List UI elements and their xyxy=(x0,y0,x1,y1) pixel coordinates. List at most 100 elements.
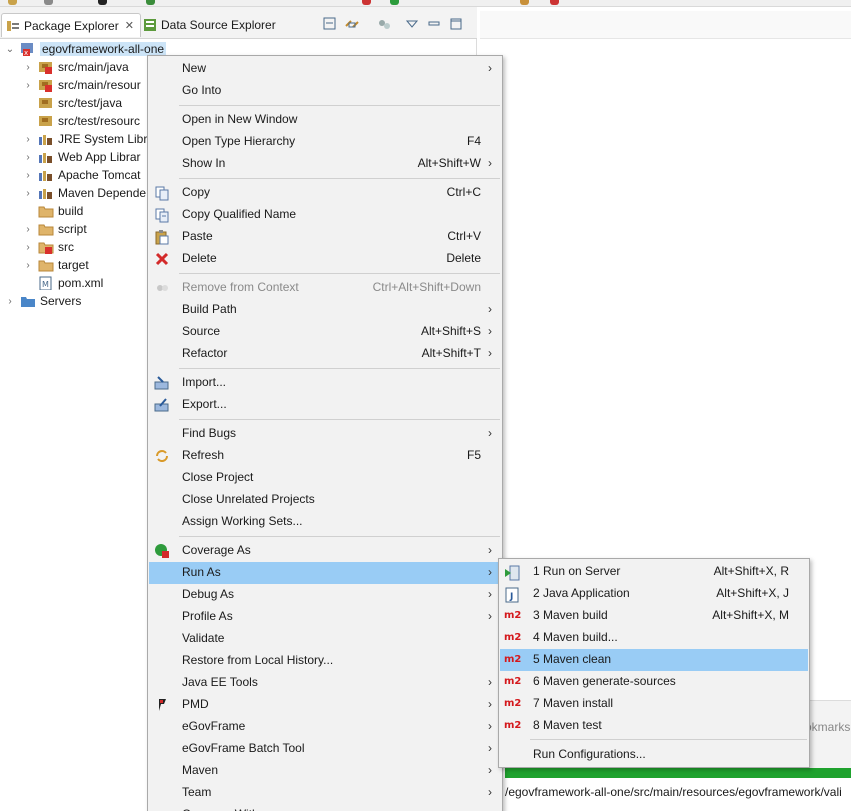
submenu-item-2-java-application[interactable]: J 2 Java Application Alt+Shift+X, J xyxy=(500,583,808,605)
chevron-right-icon: › xyxy=(488,61,492,75)
menu-item-import[interactable]: Import... xyxy=(149,372,501,394)
bookmarks-tab[interactable]: okmarks xyxy=(805,720,850,734)
menu-item-go-into[interactable]: Go Into xyxy=(149,80,501,102)
submenu-item-1-run-on-server[interactable]: 1 Run on Server Alt+Shift+X, R xyxy=(500,561,808,583)
chevron-right-icon[interactable]: › xyxy=(22,134,34,145)
menu-item-pmd[interactable]: PMD › xyxy=(149,694,501,716)
tree-item[interactable]: src/test/java xyxy=(22,94,122,112)
view-menu-icon[interactable] xyxy=(404,16,420,32)
submenu-item-5-maven-clean[interactable]: m2 5 Maven clean xyxy=(500,649,808,671)
menu-item-java-ee-tools[interactable]: Java EE Tools › xyxy=(149,672,501,694)
tab-package-explorer[interactable]: Package Explorer ✕ xyxy=(1,13,141,37)
menu-item-maven[interactable]: Maven › xyxy=(149,760,501,782)
chevron-right-icon[interactable]: › xyxy=(22,170,34,181)
remove-from-context-icon xyxy=(154,280,170,296)
menu-item-team[interactable]: Team › xyxy=(149,782,501,804)
menu-item-copy-qualified-name[interactable]: Copy Qualified Name xyxy=(149,204,501,226)
submenu-item-run-configurations[interactable]: Run Configurations... xyxy=(500,744,808,766)
menu-item-source[interactable]: Source Alt+Shift+S › xyxy=(149,321,501,343)
toolbar-icon[interactable] xyxy=(390,0,399,5)
toolbar-icon[interactable] xyxy=(8,0,17,5)
chevron-right-icon[interactable]: › xyxy=(22,188,34,199)
menu-separator xyxy=(530,739,807,740)
menu-item-egovframe[interactable]: eGovFrame › xyxy=(149,716,501,738)
chevron-right-icon[interactable]: › xyxy=(22,260,34,271)
submenu-item-label: 6 Maven generate-sources xyxy=(533,674,676,688)
link-with-editor-icon[interactable] xyxy=(344,16,360,32)
menu-item-paste[interactable]: Paste Ctrl+V xyxy=(149,226,501,248)
tree-item[interactable]: build xyxy=(22,202,83,220)
menu-item-restore-from-local-history[interactable]: Restore from Local History... xyxy=(149,650,501,672)
submenu-item-4-maven-build[interactable]: m2 4 Maven build... xyxy=(500,627,808,649)
toolbar-icon[interactable] xyxy=(362,0,371,5)
menu-item-validate[interactable]: Validate xyxy=(149,628,501,650)
chevron-right-icon[interactable]: › xyxy=(22,62,34,73)
menu-item-profile-as[interactable]: Profile As › xyxy=(149,606,501,628)
chevron-right-icon[interactable]: › xyxy=(4,296,16,307)
submenu-item-7-maven-install[interactable]: m2 7 Maven install xyxy=(500,693,808,715)
menu-item-close-project[interactable]: Close Project xyxy=(149,467,501,489)
menu-item-debug-as[interactable]: Debug As › xyxy=(149,584,501,606)
menu-item-refresh[interactable]: Refresh F5 xyxy=(149,445,501,467)
servers-label: Servers xyxy=(40,294,82,308)
maximize-icon[interactable] xyxy=(448,16,464,32)
menu-item-label: eGovFrame Batch Tool xyxy=(182,741,305,755)
submenu-item-3-maven-build[interactable]: m2 3 Maven build Alt+Shift+X, M xyxy=(500,605,808,627)
submenu-item-8-maven-test[interactable]: m2 8 Maven test xyxy=(500,715,808,737)
library-icon xyxy=(38,186,54,200)
tree-item[interactable]: › src/main/java xyxy=(22,58,129,76)
tree-item[interactable]: src/test/resourc xyxy=(22,112,140,130)
menu-item-coverage-as[interactable]: Coverage As › xyxy=(149,540,501,562)
tab-data-source-explorer[interactable]: Data Source Explorer xyxy=(143,13,276,37)
submenu-item-6-maven-generate-sources[interactable]: m2 6 Maven generate-sources xyxy=(500,671,808,693)
chevron-right-icon[interactable]: › xyxy=(22,152,34,163)
chevron-right-icon[interactable]: › xyxy=(22,80,34,91)
menu-item-copy[interactable]: Copy Ctrl+C xyxy=(149,182,501,204)
toolbar-icon[interactable] xyxy=(550,0,559,5)
java-application-icon: J xyxy=(504,587,522,603)
menu-item-run-as[interactable]: Run As › xyxy=(149,562,501,584)
paste-icon xyxy=(154,229,170,245)
menu-item-open-type-hierarchy[interactable]: Open Type Hierarchy F4 xyxy=(149,131,501,153)
focus-icon[interactable] xyxy=(376,16,392,32)
chevron-right-icon: › xyxy=(488,741,492,755)
toolbar-icon[interactable] xyxy=(520,0,529,5)
project-label: egovframework-all-one xyxy=(40,42,167,56)
menu-item-new[interactable]: New › xyxy=(149,58,501,80)
menu-item-remove-from-context[interactable]: Remove from Context Ctrl+Alt+Shift+Down xyxy=(149,277,501,299)
menu-item-export[interactable]: Export... xyxy=(149,394,501,416)
tree-item-project[interactable]: ⌄ x egovframework-all-one xyxy=(4,40,167,58)
menu-item-close-unrelated-projects[interactable]: Close Unrelated Projects xyxy=(149,489,501,511)
tree-item-servers[interactable]: › Servers xyxy=(4,292,81,310)
menu-item-assign-working-sets[interactable]: Assign Working Sets... xyxy=(149,511,501,533)
tree-item[interactable]: › src xyxy=(22,238,74,256)
shortcut-label: Alt+Shift+T xyxy=(421,346,481,360)
menu-item-show-in[interactable]: Show In Alt+Shift+W › xyxy=(149,153,501,175)
tree-item[interactable]: › JRE System Libr xyxy=(22,130,147,148)
tree-item[interactable]: › script xyxy=(22,220,86,238)
menu-item-refactor[interactable]: Refactor Alt+Shift+T › xyxy=(149,343,501,365)
collapse-all-icon[interactable] xyxy=(322,16,338,32)
menu-item-open-in-new-window[interactable]: Open in New Window xyxy=(149,109,501,131)
toolbar-icon[interactable] xyxy=(146,0,155,5)
tree-item[interactable]: Mpom.xml xyxy=(22,274,103,292)
tree-item[interactable]: › Maven Depende xyxy=(22,184,146,202)
menu-item-build-path[interactable]: Build Path › xyxy=(149,299,501,321)
minimize-icon[interactable] xyxy=(426,16,442,32)
chevron-down-icon[interactable]: ⌄ xyxy=(4,44,16,55)
menu-item-find-bugs[interactable]: Find Bugs › xyxy=(149,423,501,445)
toolbar-icon[interactable] xyxy=(98,0,107,5)
menu-item-label: Go Into xyxy=(182,83,222,97)
menu-item-egovframe-batch-tool[interactable]: eGovFrame Batch Tool › xyxy=(149,738,501,760)
tree-item[interactable]: › src/main/resour xyxy=(22,76,141,94)
tree-item[interactable]: › Apache Tomcat xyxy=(22,166,140,184)
close-icon[interactable]: ✕ xyxy=(125,19,134,32)
chevron-right-icon[interactable]: › xyxy=(22,242,34,253)
toolbar-icon[interactable] xyxy=(44,0,53,5)
menu-item-delete[interactable]: Delete Delete xyxy=(149,248,501,270)
chevron-right-icon: › xyxy=(488,346,492,360)
tree-item[interactable]: › Web App Librar xyxy=(22,148,140,166)
chevron-right-icon[interactable]: › xyxy=(22,224,34,235)
menu-item-compare-with[interactable]: Compare With › xyxy=(149,804,501,811)
tree-item[interactable]: › target xyxy=(22,256,88,274)
